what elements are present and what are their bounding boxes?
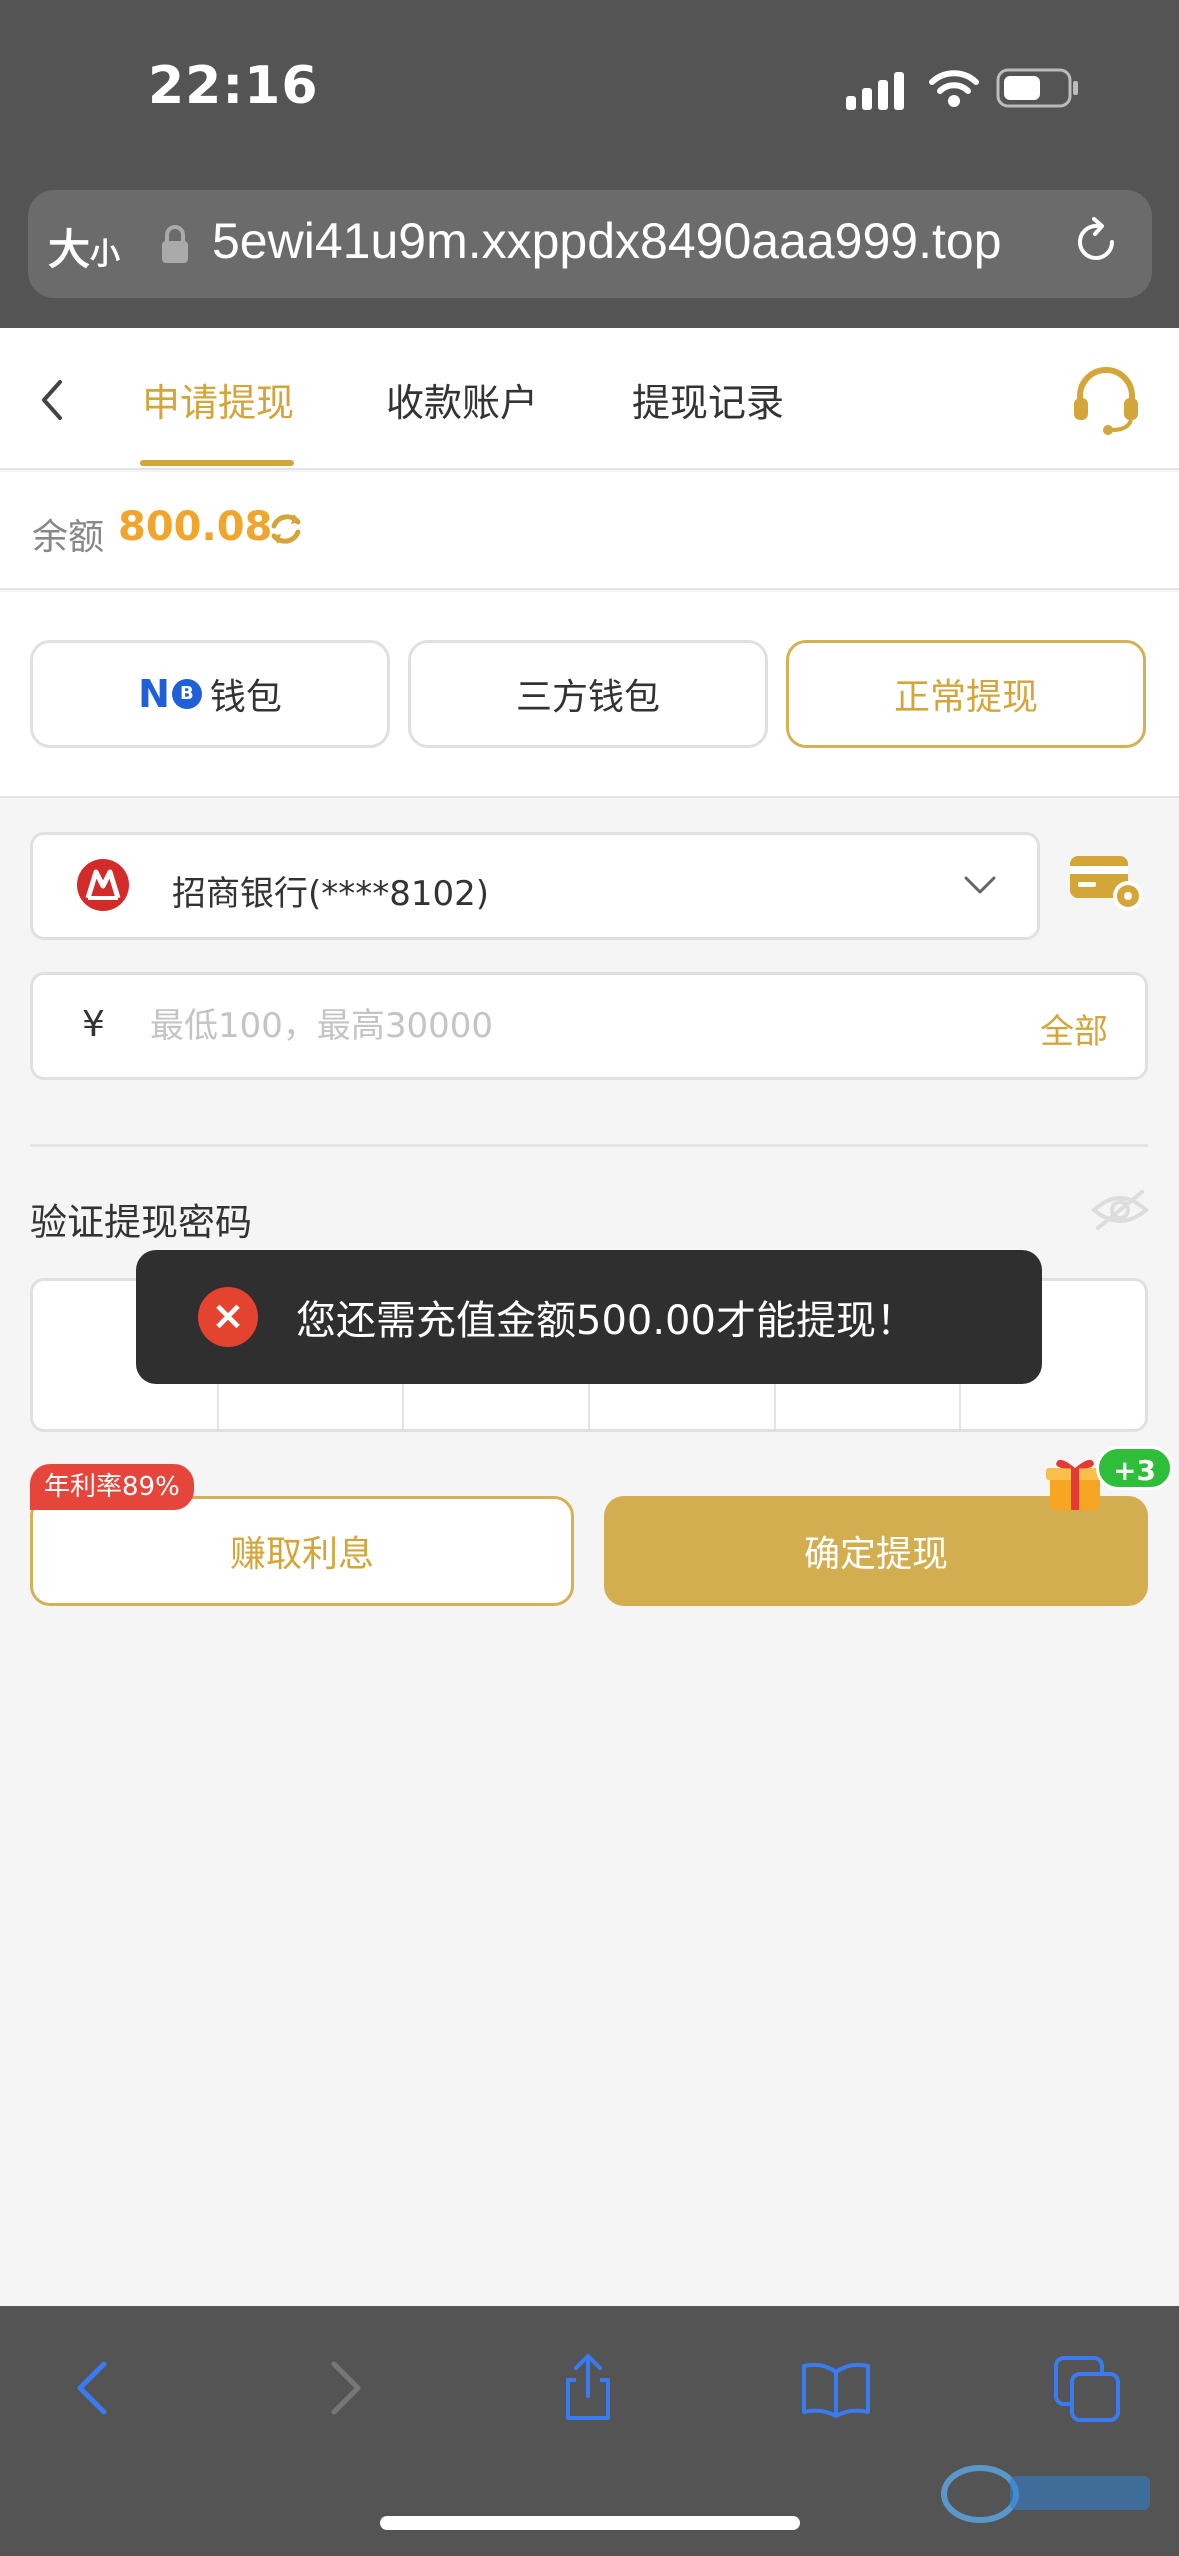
status-time: 22:16 — [148, 56, 319, 116]
wifi-icon — [929, 70, 979, 107]
tab-withdraw-records[interactable]: 提现记录 — [632, 372, 784, 427]
back-arrow-icon[interactable] — [30, 372, 74, 428]
active-tab-indicator — [140, 460, 294, 466]
cmb-bank-logo-icon — [77, 859, 129, 911]
toast-message: 您还需充值金额500.00才能提现！ — [296, 1298, 916, 1344]
tabs-icon[interactable] — [1052, 2352, 1124, 2424]
password-label: 验证提现密码 — [30, 1201, 252, 1244]
browser-back-icon[interactable] — [60, 2352, 132, 2424]
home-indicator — [380, 2516, 800, 2530]
gift-count-badge: +3 — [1096, 1446, 1173, 1490]
method-no-wallet-button[interactable]: NB 钱包 — [30, 640, 390, 748]
share-icon[interactable] — [552, 2352, 624, 2424]
balance-label: 余额 — [32, 517, 105, 558]
annual-rate-badge: 年利率89% — [30, 1464, 194, 1510]
method-no-wallet-label: 钱包 — [209, 677, 282, 718]
bank-card-name: 招商银行(****8102) — [172, 874, 490, 914]
text-size-button[interactable]: 大小 — [48, 216, 120, 277]
method-third-party-wallet-button[interactable]: 三方钱包 — [408, 640, 768, 748]
lock-icon — [162, 225, 188, 263]
currency-symbol: ¥ — [82, 1004, 105, 1045]
bookmarks-book-icon[interactable] — [800, 2352, 872, 2424]
method-normal-withdraw-button[interactable]: 正常提现 — [786, 640, 1146, 748]
error-x-icon: × — [198, 1287, 258, 1347]
url-text[interactable]: 5ewi41u9m.xxppdx8490aaa999.top — [212, 212, 1052, 270]
battery-icon — [996, 68, 1078, 108]
cellular-signal-icon — [846, 72, 904, 110]
customer-service-headset-icon[interactable] — [1068, 362, 1144, 438]
watermark-logo-icon — [941, 2465, 1150, 2523]
withdraw-all-button[interactable]: 全部 — [1040, 1004, 1108, 1053]
amount-input[interactable] — [150, 996, 950, 1056]
no-wallet-logo-icon: NB — [138, 672, 202, 716]
eye-off-icon[interactable] — [1090, 1186, 1150, 1232]
tab-receiving-account[interactable]: 收款账户 — [386, 372, 538, 427]
balance-value: 800.08 — [118, 504, 273, 550]
card-settings-icon[interactable] — [1068, 852, 1146, 914]
browser-forward-icon[interactable] — [306, 2352, 378, 2424]
tab-apply-withdraw[interactable]: 申请提现 — [142, 372, 294, 427]
earn-interest-button[interactable]: 赚取利息 — [30, 1496, 574, 1606]
chevron-down-icon[interactable] — [962, 870, 998, 900]
section-divider — [30, 1144, 1148, 1147]
reload-icon[interactable] — [1068, 214, 1124, 270]
refresh-balance-icon[interactable] — [266, 508, 306, 550]
